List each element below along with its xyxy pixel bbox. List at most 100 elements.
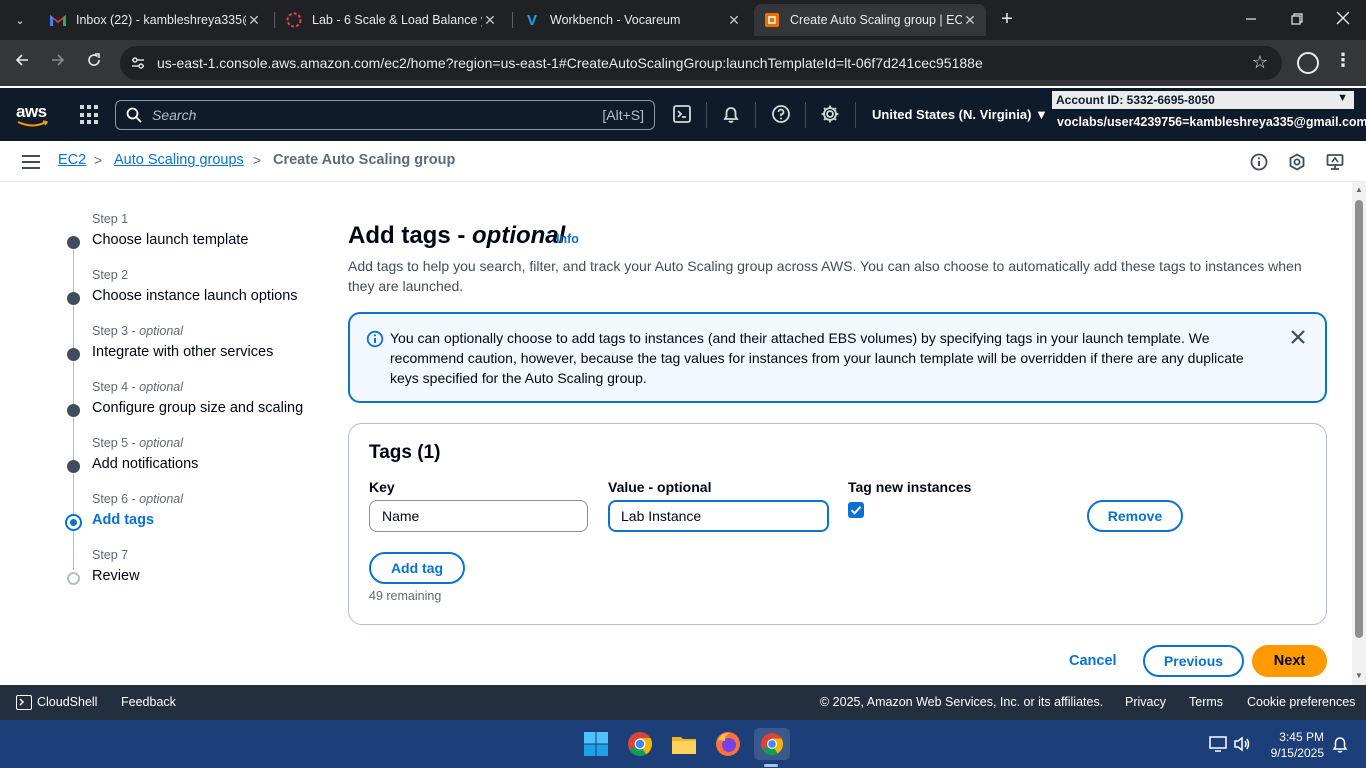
profile-icon[interactable] <box>1297 52 1319 74</box>
forward-arrow-icon[interactable] <box>46 51 70 75</box>
key-label: Key <box>369 479 395 495</box>
breadcrumb-auto-scaling-groups[interactable]: Auto Scaling groups <box>114 152 244 168</box>
tab-title: Create Auto Scaling group | EC2 <box>790 13 962 27</box>
aws-search-input[interactable]: Search [Alt+S] <box>115 100 655 130</box>
system-clock[interactable]: 3:45 PM 9/15/2025 <box>1266 729 1324 761</box>
info-panel-icon[interactable] <box>1250 153 1268 171</box>
feedback-link[interactable]: Feedback <box>121 695 176 709</box>
tab-close-icon[interactable]: ✕ <box>962 12 978 29</box>
scrollbar-thumb[interactable] <box>1355 200 1363 638</box>
browser-tab-bar: ⌄ Inbox (22) - kambleshreya335@ ✕ Lab - … <box>0 0 1366 40</box>
step-name: Integrate with other services <box>92 344 274 360</box>
scroll-down-icon[interactable]: ▼ <box>1355 672 1363 680</box>
tab-lab[interactable]: Lab - 6 Scale & Load Balance yo ✕ <box>276 4 506 36</box>
browser-menu-icon[interactable]: ⋮ <box>1334 50 1352 71</box>
remove-button[interactable]: Remove <box>1087 500 1183 532</box>
file-explorer-icon[interactable] <box>668 728 700 760</box>
nav-divider <box>855 102 856 128</box>
tab-divider <box>274 12 275 28</box>
step-complete-dot <box>67 460 80 473</box>
site-settings-icon[interactable] <box>130 55 146 71</box>
restore-icon[interactable] <box>1282 6 1312 34</box>
new-tab-button[interactable]: + <box>996 8 1018 30</box>
checkmark-icon <box>850 506 862 515</box>
notification-bell-icon[interactable] <box>1330 734 1350 754</box>
step-5[interactable]: Step 5 - optional Add notifications <box>60 436 330 482</box>
breadcrumb-current: Create Auto Scaling group <box>273 152 456 168</box>
step-2[interactable]: Step 2 Choose instance launch options <box>60 268 330 314</box>
step-name: Review <box>92 568 140 584</box>
info-link[interactable]: Info <box>556 232 579 246</box>
value-label: Value - optional <box>608 479 712 495</box>
active-app-indicator <box>764 764 778 767</box>
firefox-icon[interactable] <box>712 728 744 760</box>
cloudshell-icon[interactable] <box>672 104 694 126</box>
volume-icon[interactable] <box>1232 734 1252 754</box>
back-arrow-icon[interactable] <box>10 51 34 75</box>
cookie-preferences-link[interactable]: Cookie preferences <box>1247 695 1355 709</box>
nav-divider <box>805 102 806 128</box>
tag-new-instances-checkbox[interactable] <box>848 502 864 518</box>
step-complete-dot <box>67 292 80 305</box>
tab-search-chevron-icon[interactable]: ⌄ <box>8 8 32 32</box>
aws-logo[interactable]: aws <box>16 102 50 128</box>
bookmark-star-icon[interactable]: ☆ <box>1252 52 1268 73</box>
tab-close-icon[interactable]: ✕ <box>482 12 498 29</box>
breadcrumb-ec2[interactable]: EC2 <box>58 152 86 168</box>
windows-start-icon[interactable] <box>580 728 612 760</box>
settings-gear-icon[interactable] <box>820 104 842 126</box>
help-icon[interactable] <box>771 104 793 126</box>
main-content: Step 1 Choose launch template Step 2 Cho… <box>0 182 1352 685</box>
account-menu[interactable]: Account ID: 5332-6695-8050 ▼ <box>1052 91 1354 109</box>
close-icon[interactable] <box>1289 328 1307 346</box>
cloudshell-footer-icon[interactable] <box>16 695 32 710</box>
display-tray-icon[interactable] <box>1208 734 1228 754</box>
windows-taskbar: 3:45 PM 9/15/2025 <box>0 720 1366 768</box>
step-3[interactable]: Step 3 - optional Integrate with other s… <box>60 324 330 370</box>
scroll-up-icon[interactable]: ▲ <box>1355 186 1363 194</box>
add-tag-button[interactable]: Add tag <box>369 552 465 584</box>
step-label: Step 4 - optional <box>92 380 184 394</box>
display-settings-icon[interactable] <box>1326 153 1344 171</box>
close-window-icon[interactable] <box>1328 6 1358 34</box>
tab-close-icon[interactable]: ✕ <box>246 12 262 29</box>
minimize-icon[interactable] <box>1236 6 1266 34</box>
search-placeholder: Search <box>152 107 197 123</box>
help-panel-icon[interactable] <box>1288 153 1306 171</box>
tab-create-asg[interactable]: Create Auto Scaling group | EC2 ✕ <box>754 4 986 36</box>
reload-icon[interactable] <box>82 51 106 75</box>
next-button[interactable]: Next <box>1252 645 1327 677</box>
step-1[interactable]: Step 1 Choose launch template <box>60 212 330 258</box>
tab-vocareum[interactable]: V Workbench - Vocareum ✕ <box>514 4 750 36</box>
tag-value-input[interactable] <box>608 500 829 532</box>
tab-gmail[interactable]: Inbox (22) - kambleshreya335@ ✕ <box>40 4 270 36</box>
info-icon <box>366 330 384 348</box>
notifications-bell-icon[interactable] <box>721 104 743 126</box>
step-label: Step 6 - optional <box>92 492 184 506</box>
services-grid-icon[interactable] <box>80 105 100 125</box>
breadcrumb-separator: > <box>253 152 262 168</box>
step-label: Step 1 <box>92 212 129 226</box>
tab-close-icon[interactable]: ✕ <box>726 12 742 29</box>
step-4[interactable]: Step 4 - optional Configure group size a… <box>60 380 330 426</box>
tag-new-instances-label: Tag new instances <box>848 479 972 495</box>
url-bar[interactable]: us-east-1.console.aws.amazon.com/ec2/hom… <box>120 46 1282 80</box>
terms-link[interactable]: Terms <box>1189 695 1223 709</box>
privacy-link[interactable]: Privacy <box>1125 695 1166 709</box>
tag-key-input[interactable] <box>369 500 588 532</box>
side-nav-menu-icon[interactable] <box>22 155 40 169</box>
step-label: Step 2 <box>92 268 129 282</box>
search-shortcut: [Alt+S] <box>602 107 644 123</box>
previous-button[interactable]: Previous <box>1143 645 1244 677</box>
page-title: Add tags - optional <box>348 222 566 249</box>
chrome-icon[interactable] <box>624 728 656 760</box>
copyright-text: © 2025, Amazon Web Services, Inc. or its… <box>820 695 1104 709</box>
nav-divider <box>706 102 707 128</box>
aws-logo-text: aws <box>16 102 47 121</box>
chrome-active-icon[interactable] <box>754 728 790 760</box>
ec2-favicon-icon <box>764 12 780 28</box>
region-selector[interactable]: United States (N. Virginia) ▼ <box>872 107 1048 122</box>
cloudshell-link[interactable]: CloudShell <box>37 695 97 709</box>
cancel-button[interactable]: Cancel <box>1069 653 1117 669</box>
page-scrollbar[interactable]: ▲ ▼ <box>1352 182 1366 685</box>
